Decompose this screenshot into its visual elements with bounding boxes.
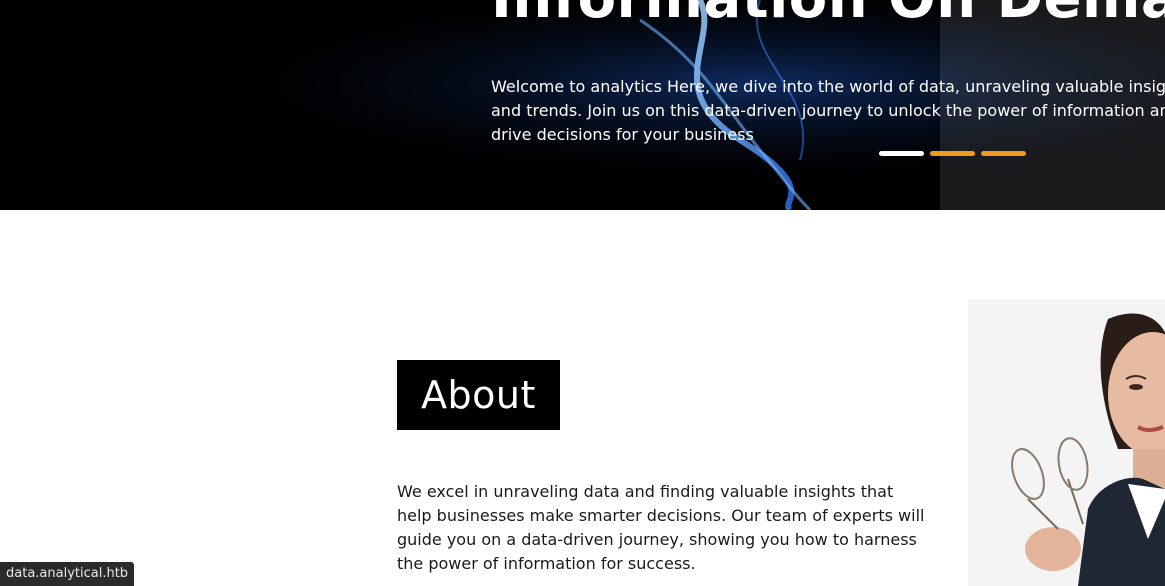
about-heading: About xyxy=(421,373,536,417)
carousel-dot-2[interactable] xyxy=(930,151,975,156)
businesswoman-photo xyxy=(968,299,1165,586)
about-image xyxy=(968,299,1165,586)
about-text: We excel in unraveling data and finding … xyxy=(397,482,925,573)
hero-title: Information On Deman xyxy=(491,0,1165,31)
hero-banner: Information On Deman Welcome to analytic… xyxy=(0,0,1165,210)
carousel-indicators xyxy=(879,151,1026,156)
about-heading-box: About xyxy=(397,360,560,430)
status-bar-url: data.analytical.htb xyxy=(0,562,135,586)
carousel-dot-3[interactable] xyxy=(981,151,1026,156)
hero-description: Welcome to analytics Here, we dive into … xyxy=(491,77,1165,144)
carousel-dot-1[interactable] xyxy=(879,151,924,156)
